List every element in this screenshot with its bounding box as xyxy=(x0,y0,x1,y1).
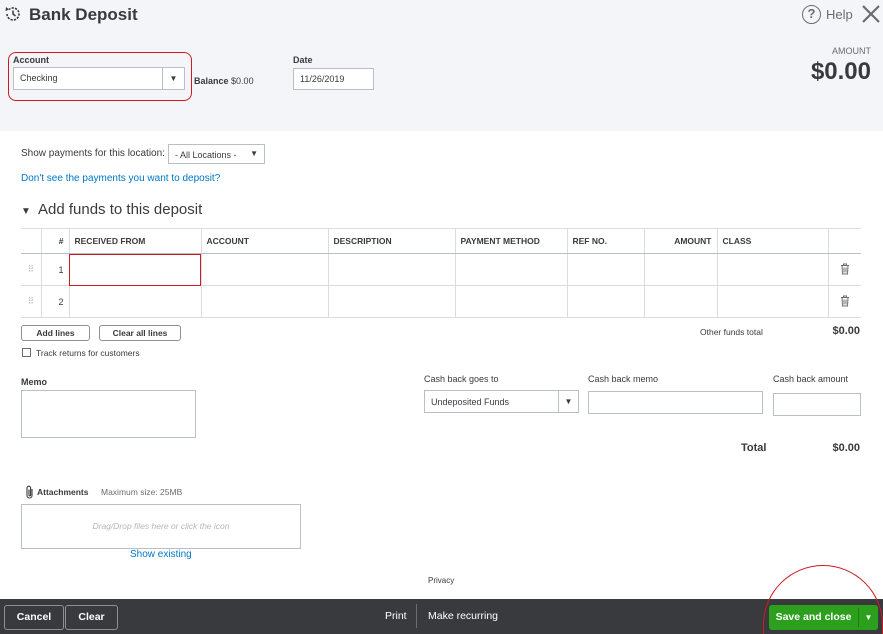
table-row: ⠿ 1 xyxy=(21,253,861,286)
history-icon[interactable] xyxy=(3,4,23,24)
cash-back-amount-input[interactable] xyxy=(773,393,861,416)
total-value: $0.00 xyxy=(832,442,860,454)
make-recurring-link[interactable]: Make recurring xyxy=(428,610,498,622)
cash-back-goes-to-value: Undeposited Funds xyxy=(431,397,510,407)
cash-back-goes-to-label: Cash back goes to xyxy=(424,374,499,384)
attachments-drop-zone[interactable]: Drag/Drop files here or click the icon xyxy=(21,504,301,549)
column-header: ACCOUNT xyxy=(200,228,328,254)
amount-cell[interactable] xyxy=(643,285,717,318)
section-title: Add funds to this deposit xyxy=(38,201,203,218)
column-header: CLASS xyxy=(716,228,828,254)
save-annotation-circle xyxy=(763,565,883,634)
trash-icon[interactable] xyxy=(827,285,861,318)
balance-label: Balance xyxy=(194,76,229,86)
attachments-label: Attachments xyxy=(37,487,89,497)
trash-icon[interactable] xyxy=(827,253,861,286)
cash-back-memo-label: Cash back memo xyxy=(588,374,659,384)
show-existing-link[interactable]: Show existing xyxy=(130,549,192,560)
column-header: REF NO. xyxy=(566,228,644,254)
drag-column-header xyxy=(21,228,41,254)
cash-back-goes-to-select[interactable]: Undeposited Funds ▼ xyxy=(424,390,579,413)
footer-divider xyxy=(416,604,417,628)
close-icon[interactable] xyxy=(860,3,882,25)
amount-total: $0.00 xyxy=(810,58,871,85)
amount-caption: AMOUNT xyxy=(832,46,871,56)
add-lines-button[interactable]: Add lines xyxy=(21,325,90,341)
memo-label: Memo xyxy=(21,377,48,387)
row-number: 1 xyxy=(40,253,69,286)
page-title: Bank Deposit xyxy=(29,5,138,24)
clear-all-lines-button[interactable]: Clear all lines xyxy=(99,325,181,341)
date-input[interactable]: 11/26/2019 xyxy=(293,68,374,90)
account-cell[interactable] xyxy=(200,253,328,286)
chevron-down-icon[interactable]: ▼ xyxy=(558,391,578,412)
memo-textarea[interactable] xyxy=(21,390,196,438)
table-row: ⠿ 2 xyxy=(21,285,861,318)
drag-handle-icon[interactable]: ⠿ xyxy=(21,253,41,286)
other-funds-total-value: $0.00 xyxy=(832,325,860,337)
chevron-down-icon[interactable]: ▼ xyxy=(250,149,258,158)
payment-method-cell[interactable] xyxy=(454,285,567,318)
cash-back-memo-input[interactable] xyxy=(588,391,763,414)
clear-button[interactable]: Clear xyxy=(65,605,118,630)
track-returns-label: Track returns for customers xyxy=(36,348,140,358)
attachments-max-size: Maximum size: 25MB xyxy=(101,487,183,497)
collapse-caret-icon[interactable]: ▼ xyxy=(21,206,31,217)
balance-value: $0.00 xyxy=(231,76,254,86)
payment-method-cell[interactable] xyxy=(454,253,567,286)
date-label: Date xyxy=(293,55,313,65)
paperclip-icon[interactable] xyxy=(25,485,35,499)
ref-no-cell[interactable] xyxy=(566,253,644,286)
drop-zone-hint: Drag/Drop files here or click the icon xyxy=(92,521,230,531)
column-header: RECEIVED FROM xyxy=(68,228,201,254)
column-header: # xyxy=(40,228,69,254)
class-cell[interactable] xyxy=(716,285,828,318)
cash-back-amount-label: Cash back amount xyxy=(773,374,849,384)
dont-see-payments-link[interactable]: Don't see the payments you want to depos… xyxy=(21,173,220,184)
cancel-button[interactable]: Cancel xyxy=(4,605,64,630)
help-icon[interactable]: ? xyxy=(802,5,821,24)
amount-cell[interactable] xyxy=(643,253,717,286)
class-cell[interactable] xyxy=(716,253,828,286)
column-header: DESCRIPTION xyxy=(327,228,455,254)
location-value: - All Locations - xyxy=(175,150,237,160)
received-from-cell[interactable] xyxy=(68,253,201,286)
received-from-cell[interactable] xyxy=(68,285,201,318)
balance-display: Balance $0.00 xyxy=(194,76,254,86)
location-select[interactable]: - All Locations - ▼ xyxy=(168,144,265,164)
help-link[interactable]: Help xyxy=(826,7,853,22)
ref-no-cell[interactable] xyxy=(566,285,644,318)
print-link[interactable]: Print xyxy=(385,610,407,622)
drag-handle-icon[interactable]: ⠿ xyxy=(21,285,41,318)
trash-column-header xyxy=(827,228,861,254)
account-annotation-circle xyxy=(8,52,192,101)
table-header-row: # RECEIVED FROM ACCOUNT DESCRIPTION PAYM… xyxy=(21,228,861,254)
show-payments-label: Show payments for this location: xyxy=(21,148,165,159)
description-cell[interactable] xyxy=(327,285,455,318)
other-funds-total-label: Other funds total xyxy=(700,327,763,337)
privacy-link[interactable]: Privacy xyxy=(428,576,454,585)
row-number: 2 xyxy=(40,285,69,318)
column-header: AMOUNT xyxy=(643,228,717,254)
track-returns-checkbox[interactable] xyxy=(22,348,31,357)
total-label: Total xyxy=(741,442,767,454)
description-cell[interactable] xyxy=(327,253,455,286)
deposit-lines-table: # RECEIVED FROM ACCOUNT DESCRIPTION PAYM… xyxy=(21,228,861,318)
column-header: PAYMENT METHOD xyxy=(454,228,567,254)
account-cell[interactable] xyxy=(200,285,328,318)
